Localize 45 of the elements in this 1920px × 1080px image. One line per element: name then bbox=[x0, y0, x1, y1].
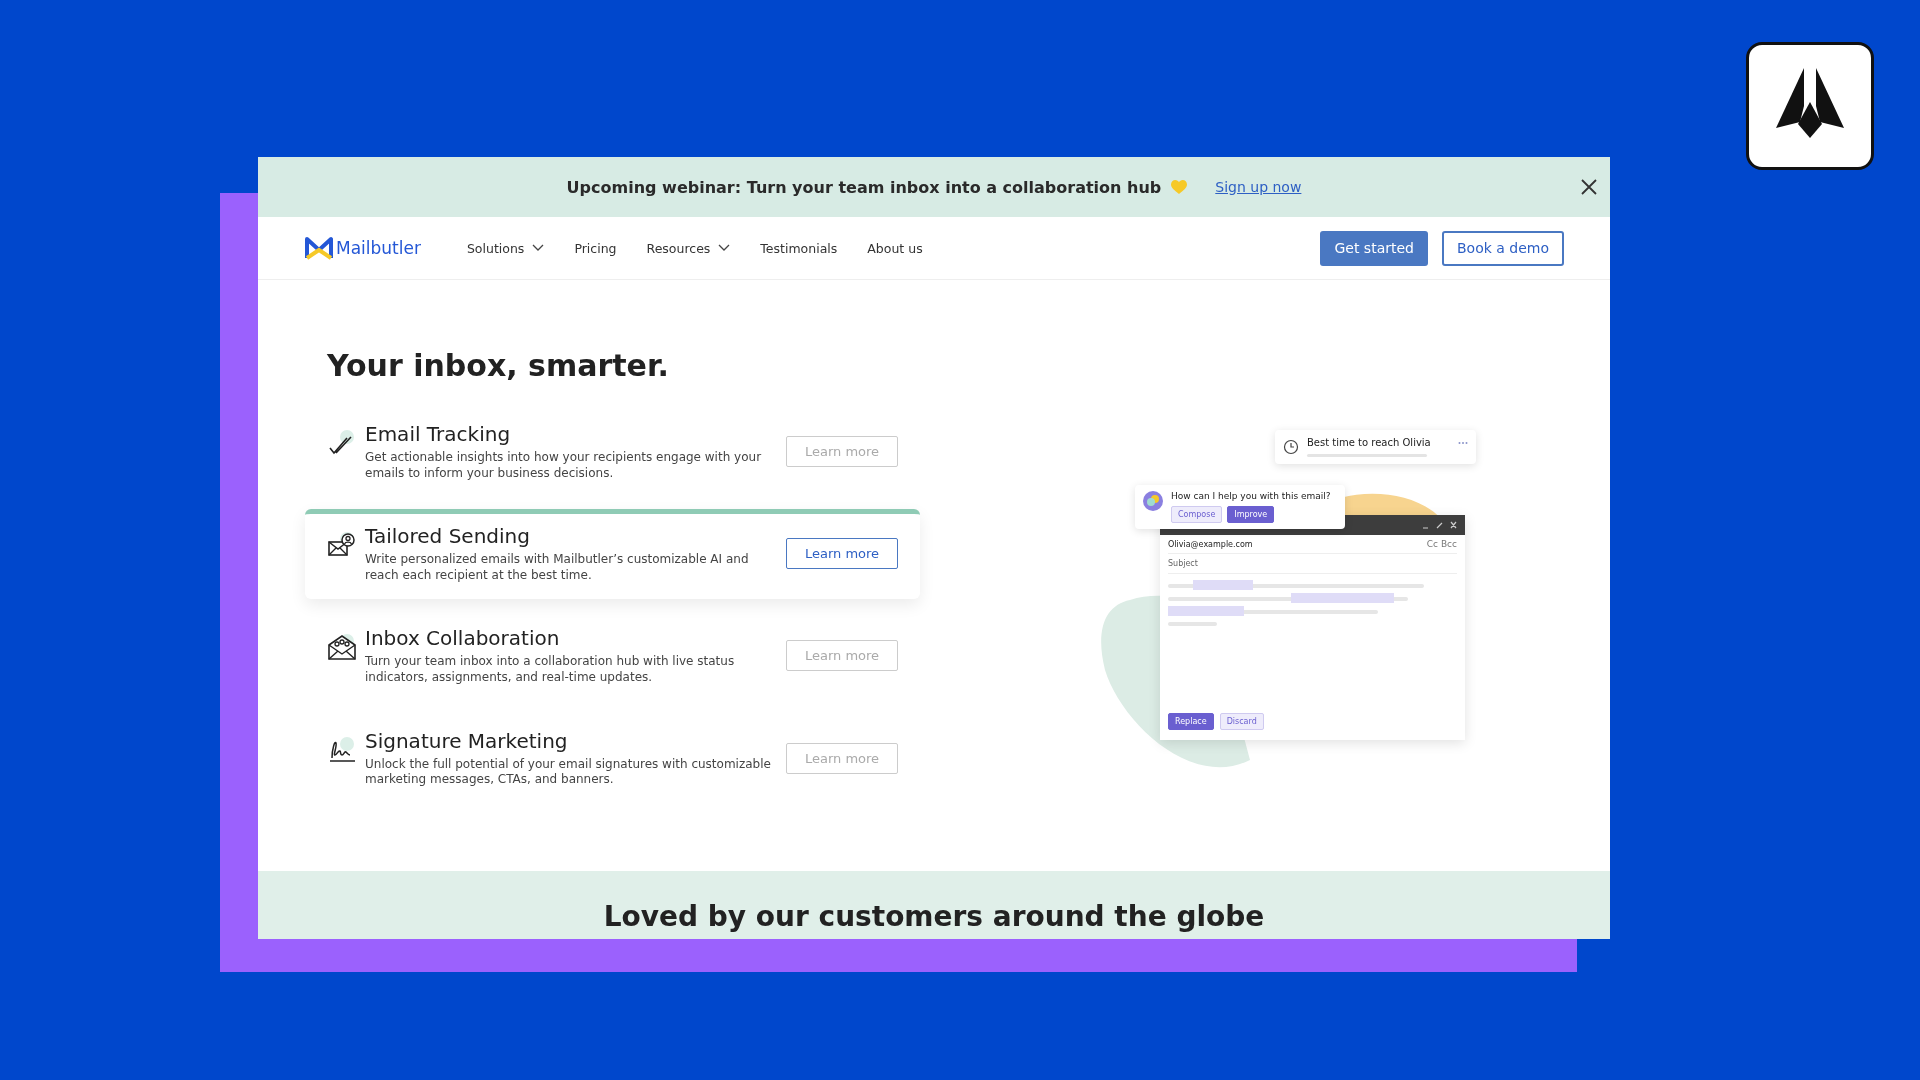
feature-title: Tailored Sending bbox=[365, 524, 531, 549]
feature-row[interactable]: Email Tracking Get actionable insights into how your recipients engage with your emails to inform your business decisions. Learn more bbox=[305, 407, 920, 498]
feature-title: Signature Marketing bbox=[365, 728, 569, 753]
brand-logo[interactable]: Mailbutler bbox=[305, 236, 421, 260]
envelope-people-icon bbox=[327, 632, 357, 663]
window-controls-icon bbox=[1423, 521, 1457, 529]
subject-field: Subject bbox=[1168, 554, 1457, 574]
get-started-button[interactable]: Get started bbox=[1320, 230, 1428, 266]
assistant-action-button[interactable]: Improve bbox=[1227, 506, 1275, 523]
nav-link[interactable]: Testimonials bbox=[760, 240, 838, 256]
brand-name: Mailbutler bbox=[336, 238, 421, 258]
close-icon[interactable] bbox=[1581, 179, 1597, 195]
app-logo-icon bbox=[1746, 42, 1874, 170]
hero-title: Your inbox, smarter. bbox=[327, 348, 670, 383]
feature-description: Unlock the full potential of your email signatures with customizable marketing messages, CTAs, and banners. bbox=[365, 756, 772, 788]
feature-title: Inbox Collaboration bbox=[365, 626, 561, 651]
assistant-prompt: How can I help you with this email? bbox=[1171, 491, 1331, 501]
feature-card[interactable]: Tailored Sending Write personalized emails with Mailbutler’s customizable AI and reach each recipient at the best time. Learn more bbox=[305, 509, 920, 600]
recipient-address: Olivia@example.com bbox=[1168, 539, 1253, 549]
feature-row[interactable]: Signature Marketing Unlock the full potential of your email signatures with customizable marketing messages, CTAs, and banners. Learn more bbox=[305, 713, 920, 804]
sign-up-link[interactable]: Sign up now bbox=[1215, 179, 1302, 195]
avatar-icon bbox=[1143, 491, 1163, 511]
signature-icon bbox=[327, 734, 357, 765]
feature-row[interactable]: Inbox Collaboration Turn your team inbox into a collaboration hub with live status indicators, assignments, and real-time updates. Learn more bbox=[305, 611, 920, 702]
reminder-title: Best time to reach Olivia bbox=[1307, 437, 1432, 448]
feature-description: Write personalized emails with Mailbutler’s customizable AI and reach each recipient at the best time. bbox=[365, 552, 750, 584]
feature-title: Email Tracking bbox=[365, 422, 512, 446]
more-icon bbox=[1458, 441, 1468, 445]
compose-action-button[interactable]: Discard bbox=[1219, 713, 1264, 730]
nav-link[interactable]: Solutions bbox=[466, 240, 545, 256]
feature-description: Turn your team inbox into a collaboration hub with live status indicators, assignments, and real-time updates. bbox=[365, 654, 736, 686]
heart-icon bbox=[1171, 179, 1188, 195]
m-logo-icon bbox=[305, 236, 333, 260]
nav-link[interactable]: Resources bbox=[646, 240, 731, 256]
cc-bcc-label: Cc Bcc bbox=[1426, 539, 1457, 549]
nav-link[interactable]: About us bbox=[867, 240, 923, 256]
feature-description: Get actionable insights into how your recipients engage with your emails to inform your business decisions. bbox=[365, 450, 763, 482]
book-demo-button[interactable]: Book a demo bbox=[1441, 230, 1564, 266]
assistant-action-button[interactable]: Compose bbox=[1171, 506, 1223, 523]
compose-action-button[interactable]: Replace bbox=[1168, 713, 1214, 730]
clock-icon bbox=[1283, 439, 1299, 455]
banner-text: Upcoming webinar: Turn your team inbox into a collaboration hub bbox=[566, 177, 1162, 197]
nav-link[interactable]: Pricing bbox=[574, 240, 617, 256]
learn-more-button[interactable]: Learn more bbox=[786, 538, 898, 570]
section-heading: Loved by our customers around the globe bbox=[603, 900, 1265, 933]
